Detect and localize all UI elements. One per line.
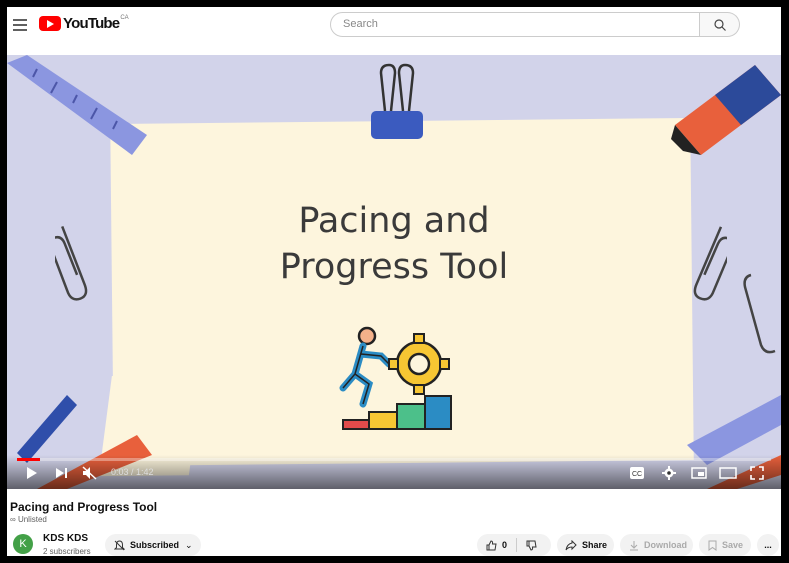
- browser-frame: YouTube CA Search Pacing and Progress To…: [7, 7, 781, 556]
- marker-illustration: [671, 65, 781, 155]
- svg-text:CC: CC: [632, 471, 642, 478]
- youtube-play-icon: [39, 16, 61, 31]
- download-icon: [630, 540, 638, 550]
- miniplayer-icon[interactable]: [691, 466, 707, 480]
- theater-mode-icon[interactable]: [719, 466, 737, 480]
- visibility-badge: ∞ Unlisted: [10, 515, 47, 524]
- play-icon[interactable]: [26, 466, 38, 480]
- progress-fill: [17, 458, 40, 461]
- chevron-down-icon: ⌄: [185, 539, 193, 550]
- download-label: Download: [644, 540, 687, 550]
- channel-avatar[interactable]: K: [13, 534, 33, 554]
- share-icon: [565, 539, 577, 550]
- progress-bar[interactable]: [17, 458, 771, 461]
- visibility-label: Unlisted: [17, 515, 47, 524]
- like-dislike-group: 0: [477, 534, 551, 556]
- settings-gear-icon[interactable]: [662, 466, 676, 480]
- bell-off-icon: [114, 539, 125, 550]
- video-player[interactable]: Pacing and Progress Tool 0:03 / 1:42 CC: [7, 55, 781, 489]
- masthead: YouTube CA Search: [7, 7, 781, 49]
- subscribed-button[interactable]: Subscribed ⌄: [105, 534, 201, 556]
- logo-text: YouTube: [63, 15, 120, 32]
- hamburger-menu-icon[interactable]: [13, 19, 27, 31]
- divider: [516, 538, 518, 552]
- save-button[interactable]: Save: [699, 534, 751, 556]
- ruler-illustration: [7, 55, 147, 155]
- save-label: Save: [722, 540, 744, 550]
- video-title-line1: Pacing and: [298, 201, 490, 241]
- search-button[interactable]: [700, 12, 740, 37]
- youtube-logo[interactable]: YouTube CA: [39, 15, 129, 32]
- more-icon: ...: [764, 540, 772, 550]
- link-icon: ∞: [10, 515, 18, 524]
- search-input[interactable]: Search: [330, 12, 700, 37]
- more-actions-button[interactable]: ...: [757, 534, 779, 556]
- video-title: Pacing and Progress Tool: [10, 500, 158, 514]
- share-button[interactable]: Share: [557, 534, 614, 556]
- download-button[interactable]: Download: [620, 534, 693, 556]
- thumbs-down-icon[interactable]: [526, 540, 537, 551]
- captions-icon[interactable]: CC: [630, 466, 644, 480]
- like-count: 0: [502, 540, 508, 550]
- bookmark-icon: [708, 540, 717, 551]
- share-label: Share: [582, 540, 608, 550]
- progress-illustration-icon: [339, 326, 452, 430]
- binder-clip-illustration: [371, 63, 423, 139]
- time-display: 0:03 / 1:42: [111, 467, 154, 477]
- country-code: CA: [120, 15, 129, 21]
- fullscreen-icon[interactable]: [750, 466, 764, 480]
- search-icon: [714, 19, 726, 31]
- video-title-line2: Progress Tool: [279, 247, 509, 287]
- subscriber-count: 2 subscribers: [43, 547, 91, 556]
- subscribed-label: Subscribed: [130, 540, 180, 550]
- channel-name[interactable]: KDS KDS: [43, 533, 88, 544]
- muted-volume-icon[interactable]: [82, 466, 98, 480]
- thumbs-up-icon[interactable]: [486, 539, 497, 551]
- next-icon[interactable]: [55, 466, 69, 480]
